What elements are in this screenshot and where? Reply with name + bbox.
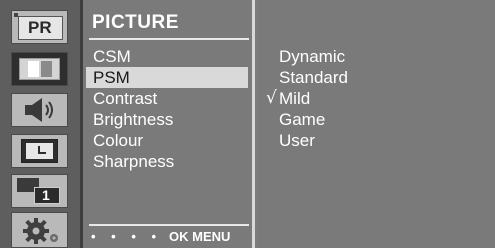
submenu-item-dynamic[interactable]: Dynamic <box>279 46 345 67</box>
menu-item-contrast[interactable]: Contrast <box>86 88 248 109</box>
gear-icon <box>23 218 58 244</box>
footer-dots: • • • • <box>91 229 163 244</box>
menu-icon-column: PR 1 <box>0 0 83 248</box>
picture-icon-tile[interactable] <box>11 52 68 86</box>
psm-submenu-panel: Dynamic Standard √ Mild Game User <box>258 0 495 248</box>
tv-osd-screen: PR 1 PICTURE CSM PSM Contrast Brightness… <box>0 0 495 248</box>
submenu-item-user[interactable]: User <box>279 130 315 151</box>
pr-icon-dot <box>14 13 18 17</box>
menu-item-sharpness[interactable]: Sharpness <box>86 151 248 172</box>
menu-item-colour[interactable]: Colour <box>86 130 248 151</box>
pr-icon: PR <box>18 16 63 40</box>
picture-menu-panel: PICTURE CSM PSM Contrast Brightness Colo… <box>83 0 255 248</box>
submenu-item-game[interactable]: Game <box>279 109 325 130</box>
title-divider <box>89 38 249 40</box>
check-mark-icon: √ <box>266 88 277 108</box>
clock-icon <box>21 139 58 163</box>
menu-item-psm[interactable]: PSM <box>86 67 248 88</box>
menu-title: PICTURE <box>92 12 179 33</box>
option-icon-label: 1 <box>42 187 50 203</box>
option-icon: 1 <box>17 178 62 205</box>
option-icon-tile[interactable]: 1 <box>11 174 68 208</box>
sound-icon <box>25 98 53 122</box>
menu-item-csm[interactable]: CSM <box>86 46 248 67</box>
pr-icon-tile[interactable]: PR <box>11 10 68 44</box>
pr-icon-label: PR <box>28 18 52 37</box>
setup-icon-tile[interactable] <box>11 212 68 248</box>
footer-divider <box>89 224 249 226</box>
submenu-item-mild[interactable]: Mild <box>279 88 310 109</box>
picture-icon <box>19 58 60 80</box>
menu-item-brightness[interactable]: Brightness <box>86 109 248 130</box>
submenu-item-standard[interactable]: Standard <box>279 67 348 88</box>
ok-menu-hint: OK MENU <box>169 229 231 244</box>
sound-icon-tile[interactable] <box>11 93 68 127</box>
clock-icon-tile[interactable] <box>11 134 68 168</box>
